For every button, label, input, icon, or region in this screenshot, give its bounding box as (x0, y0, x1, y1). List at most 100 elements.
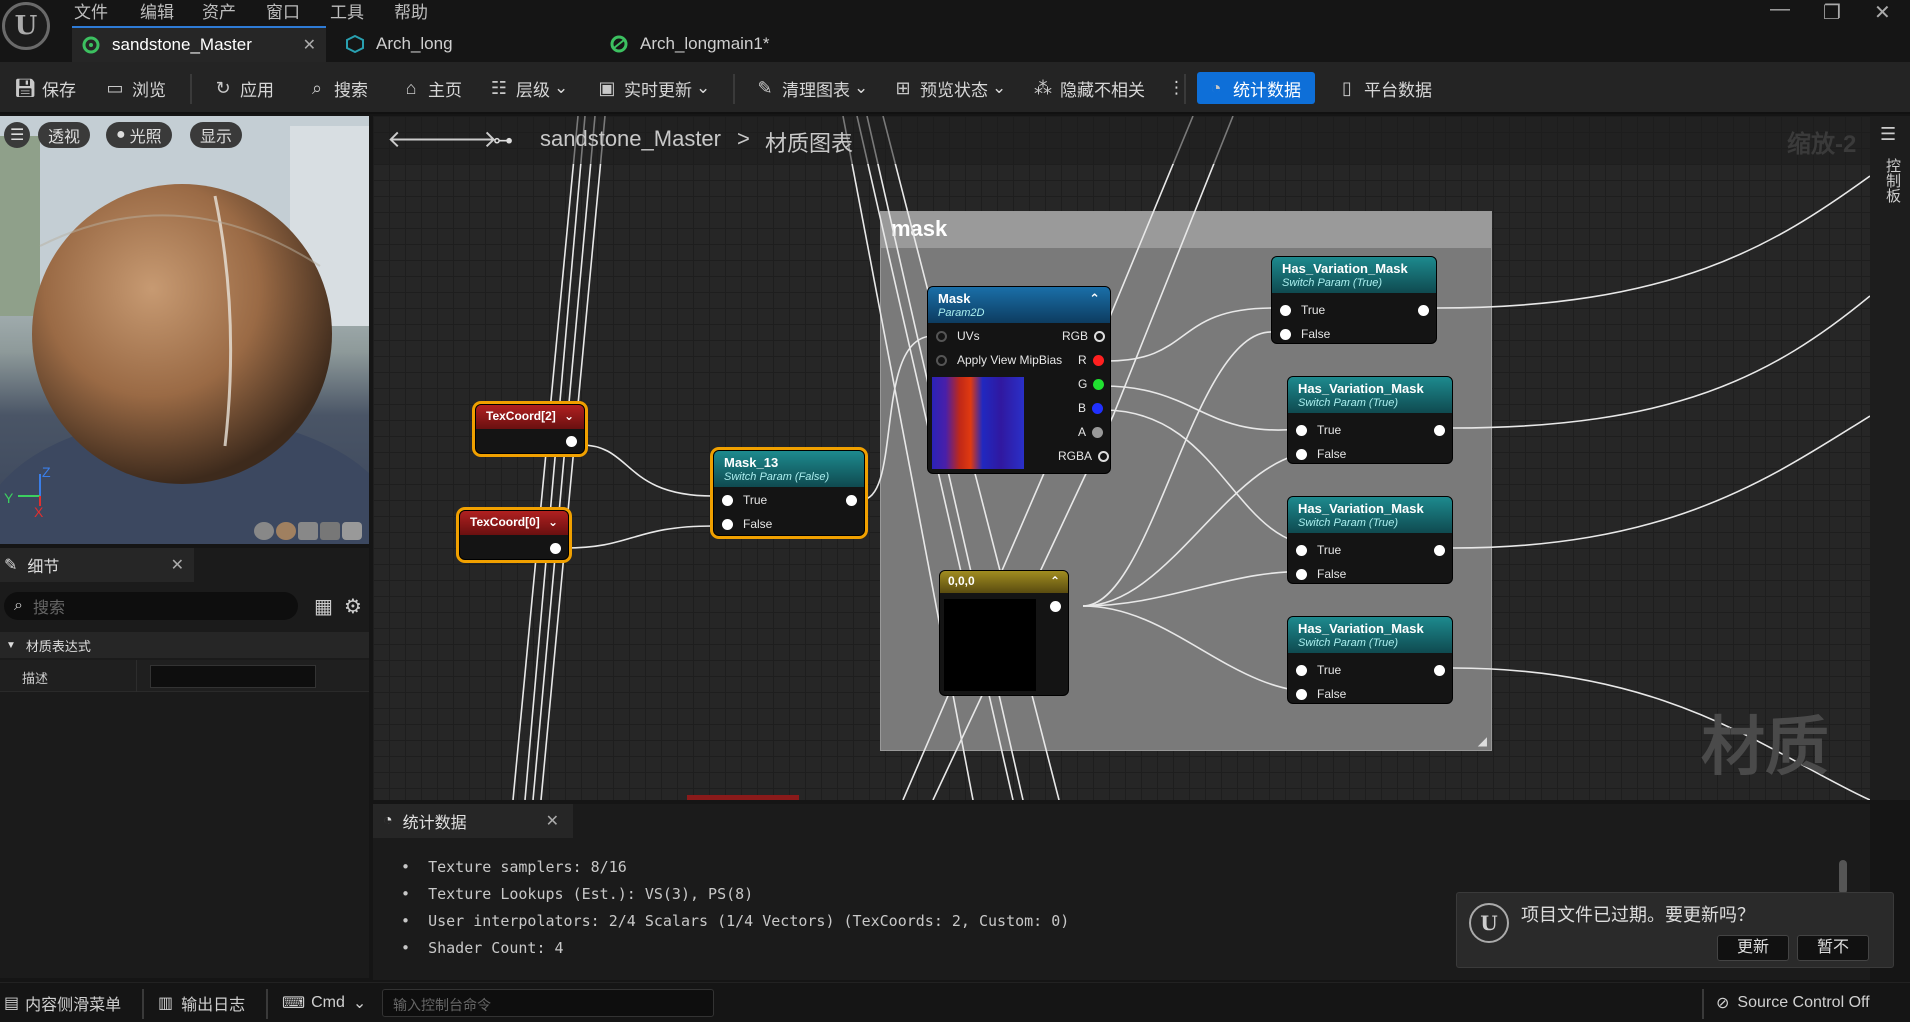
texcoord2-node[interactable]: TexCoord[2] ⌄ (475, 404, 585, 454)
preview-state-dropdown[interactable]: ⊞ 预览状态 ⌄ (884, 72, 1014, 104)
output-pin[interactable] (1434, 425, 1445, 436)
settings-gear-icon[interactable]: ⚙ (344, 594, 362, 619)
palette-tab[interactable]: 控制板 (1882, 158, 1903, 203)
minimize-icon[interactable]: — (1770, 0, 1790, 21)
rgb-pin[interactable]: RGB (1062, 329, 1106, 343)
input-pin[interactable] (936, 330, 947, 342)
stats-button[interactable]: ◔ 统计数据 (1197, 72, 1315, 104)
offscreen-node-edge[interactable] (687, 795, 799, 800)
false-pin[interactable]: False (722, 517, 772, 531)
sphere-mesh-icon[interactable] (276, 522, 296, 540)
teapot-mesh-icon[interactable] (342, 522, 362, 540)
live-update-dropdown[interactable]: ▣ 实时更新 ⌄ (588, 72, 718, 104)
r-pin[interactable]: R (1078, 353, 1104, 367)
g-pin[interactable]: G (1078, 377, 1105, 391)
output-pin[interactable] (550, 543, 561, 554)
breadcrumb-leaf[interactable]: 材质图表 (765, 126, 853, 158)
has-variation-mask-node-2[interactable]: Has_Variation_Mask Switch Param (True) Tr… (1287, 376, 1453, 464)
list-icon[interactable]: ☰ (1880, 124, 1896, 145)
menu-help[interactable]: 帮助 (394, 0, 428, 23)
apply-button[interactable]: ↻ 应用 (204, 72, 282, 104)
menu-asset[interactable]: 资产 (202, 0, 236, 23)
true-pin[interactable]: True (1296, 543, 1341, 557)
mask-texture-param-node[interactable]: Mask ⌃ Param2D UVs Apply View MipBias RGB … (927, 286, 1111, 474)
true-pin[interactable]: True (722, 493, 767, 507)
material-preview-viewport[interactable]: ☰ 透视 ● 光照 显示 Z Y X (0, 116, 369, 544)
close-window-icon[interactable]: ✕ (1874, 0, 1891, 25)
false-pin[interactable]: False (1296, 447, 1346, 461)
update-button[interactable]: 更新 (1717, 935, 1789, 961)
material-expression-section[interactable]: ▼ 材质表达式 (0, 632, 369, 658)
input-pin[interactable] (1296, 568, 1307, 580)
has-variation-mask-node-3[interactable]: Has_Variation_Mask Switch Param (True) Tr… (1287, 496, 1453, 584)
home-button[interactable]: ⌂ 主页 (392, 72, 470, 104)
output-pin[interactable] (1092, 426, 1104, 438)
perspective-button[interactable]: 透视 (38, 122, 91, 148)
close-tab-icon[interactable]: ✕ (303, 35, 316, 55)
output-pin[interactable] (1098, 450, 1110, 462)
input-pin[interactable] (1280, 304, 1291, 316)
show-button[interactable]: 显示 (190, 122, 243, 148)
details-tab[interactable]: ✎ 细节 ✕ (0, 548, 194, 582)
cube-mesh-icon[interactable] (320, 522, 340, 540)
a-pin[interactable]: A (1078, 425, 1104, 439)
output-pin[interactable] (1094, 330, 1106, 342)
true-pin[interactable]: True (1296, 423, 1341, 437)
false-pin[interactable]: False (1296, 567, 1346, 581)
has-variation-mask-node-1[interactable]: Has_Variation_Mask Switch Param (True) Tr… (1271, 256, 1437, 344)
save-button[interactable]: 💾︎ 保存 (6, 72, 84, 104)
material-graph-canvas[interactable]: mask ◢ 🡐 🡒 ⊶ sandstone_Master > 材质图表 缩放-… (373, 116, 1870, 800)
output-pin[interactable] (1092, 354, 1104, 366)
tab-arch-long[interactable]: Arch_long (336, 26, 586, 62)
output-pin[interactable] (1418, 305, 1429, 316)
unreal-logo-icon[interactable]: U (2, 2, 50, 50)
table-view-icon[interactable]: ▦ (314, 594, 333, 619)
hierarchy-dropdown[interactable]: ☷ 层级 ⌄ (480, 72, 576, 104)
more-options-icon[interactable]: ⋮ (1160, 72, 1193, 104)
plane-mesh-icon[interactable] (298, 522, 318, 540)
browse-button[interactable]: ▭ 浏览 (96, 72, 174, 104)
console-command-input[interactable]: 输入控制台命令 (382, 989, 714, 1017)
true-pin[interactable]: True (1296, 663, 1341, 677)
maximize-icon[interactable]: ❐ (1823, 0, 1841, 25)
input-pin[interactable] (1296, 424, 1307, 436)
stats-tab[interactable]: ◔ 统计数据 ✕ (373, 804, 573, 838)
mask13-switch-node[interactable]: Mask_13 Switch Param (False) True False (713, 450, 865, 536)
input-pin[interactable] (722, 494, 733, 506)
forward-arrow-icon[interactable]: 🡒 (433, 124, 497, 154)
lit-button[interactable]: ● 光照 (106, 122, 172, 148)
output-pin[interactable] (1093, 378, 1105, 390)
output-pin[interactable] (1434, 665, 1445, 676)
menu-edit[interactable]: 编辑 (140, 0, 174, 23)
content-drawer-button[interactable]: ▤ 内容侧滑菜单 (4, 989, 121, 1017)
source-control-button[interactable]: ⊘ Source Control Off (1716, 989, 1870, 1017)
details-search-input[interactable]: ⌕ 搜索 (4, 592, 298, 620)
tab-arch-longmain1[interactable]: Arch_longmain1* (600, 26, 860, 62)
search-button[interactable]: ⌕ 搜索 (298, 72, 376, 104)
input-pin[interactable] (1296, 688, 1307, 700)
texcoord0-node[interactable]: TexCoord[0] ⌄ (459, 510, 569, 560)
true-pin[interactable]: True (1280, 303, 1325, 317)
false-pin[interactable]: False (1280, 327, 1330, 341)
menu-file[interactable]: 文件 (74, 0, 108, 23)
false-pin[interactable]: False (1296, 687, 1346, 701)
output-pin[interactable] (1092, 402, 1104, 414)
chevron-up-icon[interactable]: ⌃ (1089, 291, 1100, 307)
menu-tools[interactable]: 工具 (330, 0, 364, 23)
description-input[interactable] (150, 665, 316, 688)
chevron-down-icon[interactable]: ⌄ (548, 515, 558, 529)
cylinder-mesh-icon[interactable] (254, 522, 274, 540)
output-pin[interactable] (846, 495, 857, 506)
scrollbar-thumb[interactable] (1839, 860, 1847, 894)
input-pin[interactable] (722, 518, 733, 530)
input-pin[interactable] (1280, 328, 1291, 340)
close-stats-icon[interactable]: ✕ (546, 811, 559, 831)
output-log-button[interactable]: ▥ 输出日志 (158, 989, 245, 1017)
hide-unrelated-button[interactable]: ⁂ 隐藏不相关 (1024, 72, 1153, 104)
breadcrumb-root[interactable]: sandstone_Master (540, 126, 721, 152)
rgba-pin[interactable]: RGBA (1058, 449, 1110, 463)
chevron-down-icon[interactable]: ⌄ (564, 409, 574, 423)
platform-stats-button[interactable]: ▯ 平台数据 (1328, 72, 1440, 104)
has-variation-mask-node-4[interactable]: Has_Variation_Mask Switch Param (True) Tr… (1287, 616, 1453, 704)
output-pin[interactable] (1434, 545, 1445, 556)
